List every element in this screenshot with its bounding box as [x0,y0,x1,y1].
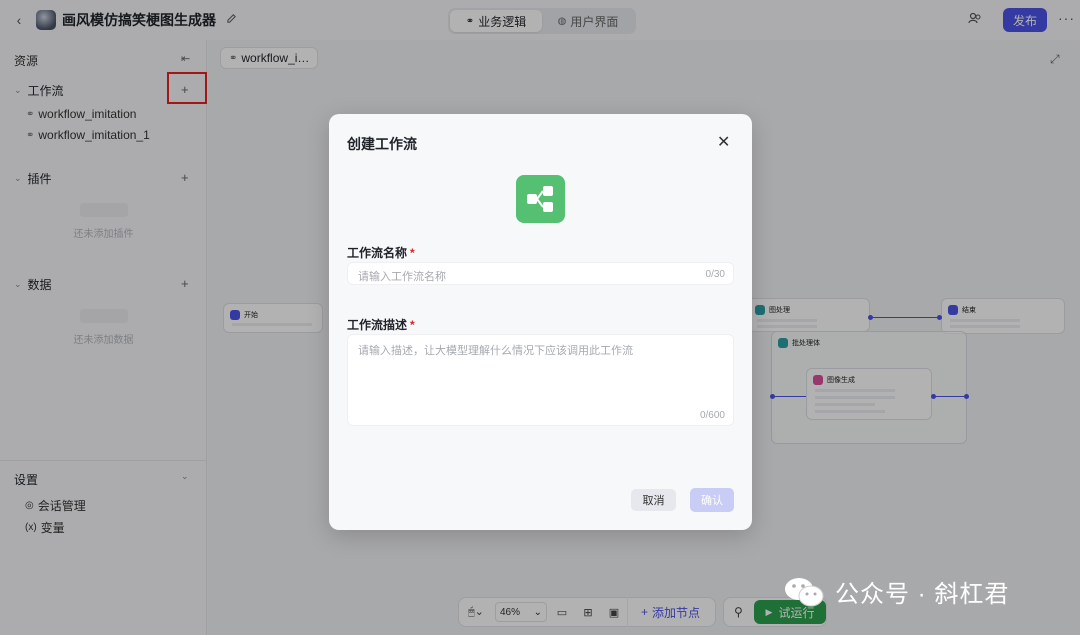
name-char-count: 0/30 [705,269,725,280]
wechat-logo-icon [785,577,824,606]
confirm-button[interactable]: 确认 [690,488,734,512]
watermark: 公众号 · 斜杠君 [783,574,1009,609]
name-placeholder: 请输入工作流名称 [358,271,446,283]
watermark-text: 公众号 · 斜杠君 [835,581,1010,608]
workflow-name-input[interactable]: 请输入工作流名称 0/30 [347,262,734,285]
desc-placeholder: 请输入描述，让大模型理解什么情况下应该调用此工作流 [358,345,633,357]
workflow-logo-icon[interactable] [516,175,565,223]
cancel-button[interactable]: 取消 [631,489,676,511]
desc-label: 工作流描述 * [347,318,415,332]
name-label: 工作流名称 * [347,246,415,260]
create-workflow-dialog: 创建工作流 ✕ 工作流名称 * 请输入工作流名称 0/30 工作流描述 * 请输入描… [329,114,752,530]
dialog-title: 创建工作流 [347,136,417,152]
desc-char-count: 0/600 [699,410,725,421]
workflow-description-textarea[interactable]: 请输入描述，让大模型理解什么情况下应该调用此工作流 0/600 [347,334,734,426]
close-icon[interactable]: ✕ [717,132,730,152]
